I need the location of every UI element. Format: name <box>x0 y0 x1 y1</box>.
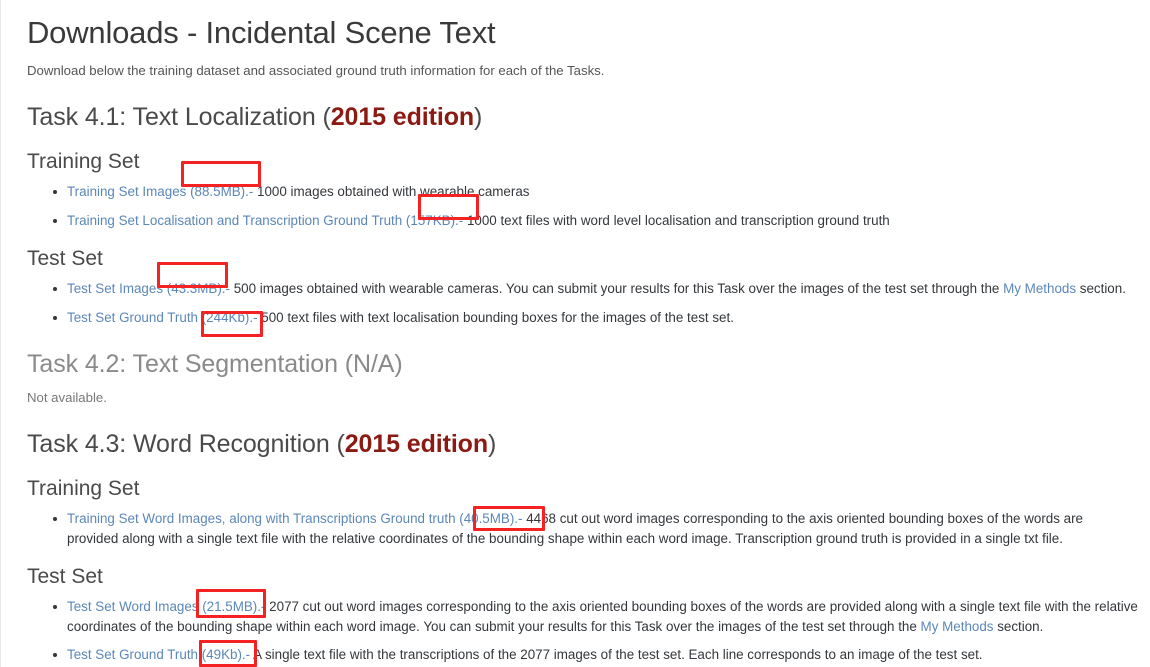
download-link-training-set-images[interactable]: Training Set Images <box>67 184 186 199</box>
download-description: 1000 images obtained with wearable camer… <box>253 184 530 199</box>
task-heading-4-2: Task 4.2: Text Segmentation (N/A) <box>27 348 1138 380</box>
download-description: 500 images obtained with wearable camera… <box>229 281 1004 296</box>
download-description: 500 text files with text localisation bo… <box>257 309 734 325</box>
list-item: Test Set Word Images (21.5MB).- 2077 cut… <box>27 597 1138 636</box>
download-size-test-set-images[interactable]: (43.3MB).- <box>163 281 230 296</box>
download-list-4-3-test: Test Set Word Images (21.5MB).- 2077 cut… <box>27 597 1138 665</box>
download-link-training-set-localisation-gt[interactable]: Training Set Localisation and Transcript… <box>67 213 402 228</box>
subheading-4-1-training-set: Training Set <box>27 150 140 173</box>
subheading-4-3-test-set: Test Set <box>27 565 103 588</box>
download-link-test-set-images[interactable]: Test Set Images <box>67 281 163 296</box>
list-item: Training Set Localisation and Transcript… <box>27 211 1138 231</box>
download-link-training-set-word-images[interactable]: Training Set Word Images, along with Tra… <box>67 511 456 526</box>
task-heading-4-1-edition: 2015 edition <box>330 103 475 131</box>
page-title: Downloads - Incidental Scene Text <box>27 15 496 50</box>
download-link-test-set-ground-truth-4-3[interactable]: Test Set Ground Truth <box>67 647 198 662</box>
page-intro: Download below the training dataset and … <box>27 63 605 78</box>
my-methods-link[interactable]: My Methods <box>1003 281 1076 296</box>
download-size-training-set-localisation-gt[interactable]: (157KB).- <box>402 213 463 228</box>
list-item: Test Set Images (43.3MB).- 500 images ob… <box>27 279 1138 299</box>
download-description: A single text file with the transcriptio… <box>250 647 983 662</box>
download-size-test-set-ground-truth-4-3[interactable]: (49Kb).- <box>198 647 250 662</box>
download-link-test-set-word-images[interactable]: Test Set Word Images <box>67 599 198 614</box>
task-heading-4-2-main: Task 4.2: Text Segmentation (N/A) <box>27 350 403 378</box>
list-item: Test Set Ground Truth (49Kb).- A single … <box>27 645 1138 665</box>
list-item: Test Set Ground Truth (244Kb).- 500 text… <box>27 308 1138 328</box>
download-list-4-3-training: Training Set Word Images, along with Tra… <box>27 509 1138 548</box>
subheading-4-1-test-set: Test Set <box>27 247 103 270</box>
task-heading-4-3-tail: ) <box>488 430 497 458</box>
task-heading-4-1-tail: ) <box>474 103 483 131</box>
download-list-4-1-test: Test Set Images (43.3MB).- 500 images ob… <box>27 279 1138 327</box>
download-list-4-1-training: Training Set Images (88.5MB).- 1000 imag… <box>27 182 1138 230</box>
download-link-test-set-ground-truth[interactable]: Test Set Ground Truth <box>67 310 198 325</box>
task-4-2-notice: Not available. <box>27 390 107 405</box>
subheading-4-3-training-set: Training Set <box>27 477 140 500</box>
task-heading-4-3-edition: 2015 edition <box>344 430 489 458</box>
task-heading-4-1-main: Task 4.1: Text Localization ( <box>27 103 331 131</box>
download-description-tail: section. <box>993 618 1044 634</box>
task-heading-4-3: Task 4.3: Word Recognition (2015 edition… <box>27 428 1138 460</box>
download-description-tail: section. <box>1076 281 1126 296</box>
list-item: Training Set Images (88.5MB).- 1000 imag… <box>27 182 1138 202</box>
download-size-test-set-ground-truth[interactable]: (244Kb).- <box>198 310 258 325</box>
download-size-test-set-word-images[interactable]: (21.5MB).- <box>198 599 265 614</box>
download-size-training-set-images[interactable]: (88.5MB).- <box>186 184 253 199</box>
task-heading-4-1: Task 4.1: Text Localization (2015 editio… <box>27 101 1138 133</box>
downloads-page: Downloads - Incidental Scene Text Downlo… <box>0 0 1150 667</box>
download-description: 1000 text files with word level localisa… <box>463 212 890 228</box>
download-size-training-set-word-images[interactable]: (40.5MB).- <box>456 511 522 526</box>
list-item: Training Set Word Images, along with Tra… <box>27 509 1138 548</box>
task-heading-4-3-main: Task 4.3: Word Recognition ( <box>27 430 345 458</box>
my-methods-link[interactable]: My Methods <box>921 619 994 634</box>
